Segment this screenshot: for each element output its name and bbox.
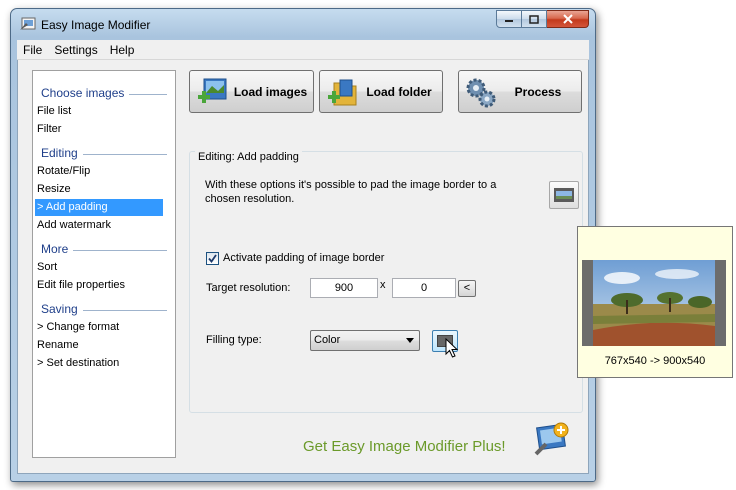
padding-preview-button[interactable] — [549, 181, 579, 209]
window-title: Easy Image Modifier — [41, 18, 151, 32]
title-bar[interactable]: Easy Image Modifier — [11, 9, 595, 39]
section-header-editing: Editing — [41, 145, 167, 161]
resolution-separator: x — [380, 279, 386, 291]
checkmark-icon — [208, 254, 217, 263]
menu-bar: File Settings Help — [17, 40, 589, 60]
upgrade-promo-link[interactable]: Get Easy Image Modifier Plus! — [303, 438, 506, 455]
padding-panel: Editing: Add padding With these options … — [189, 151, 583, 413]
menu-file[interactable]: File — [17, 43, 48, 57]
close-icon — [562, 14, 573, 24]
maximize-button[interactable] — [522, 10, 547, 28]
filling-type-value: Color — [314, 334, 341, 346]
chevron-down-icon — [406, 338, 414, 343]
sidebar-item-rename[interactable]: Rename — [35, 337, 163, 354]
menu-help[interactable]: Help — [104, 43, 141, 57]
padding-image-icon — [554, 188, 574, 202]
process-label: Process — [514, 85, 562, 99]
minimize-button[interactable] — [496, 10, 522, 28]
sidebar-item-resize[interactable]: Resize — [35, 181, 163, 198]
section-header-saving: Saving — [41, 301, 167, 317]
load-folder-button[interactable]: Load folder — [319, 70, 443, 113]
load-images-button[interactable]: Load images — [189, 70, 314, 113]
maximize-icon — [529, 14, 539, 24]
minimize-icon — [505, 20, 513, 22]
activate-padding-checkbox[interactable] — [206, 252, 219, 265]
activate-padding-label: Activate padding of image border — [223, 252, 385, 264]
preview-image — [582, 260, 726, 346]
sidebar-item-add-padding[interactable]: > Add padding — [35, 199, 163, 216]
sidebar-item-rotate-flip[interactable]: Rotate/Flip — [35, 163, 163, 180]
load-folder-icon — [328, 79, 357, 106]
section-header-more: More — [41, 241, 167, 257]
load-images-icon — [198, 78, 227, 103]
sidebar-item-add-watermark[interactable]: Add watermark — [35, 217, 163, 234]
sidebar-item-sort[interactable]: Sort — [35, 259, 163, 276]
target-resolution-label: Target resolution: — [206, 282, 291, 294]
padding-preview-tooltip: 767x540 -> 900x540 — [577, 226, 733, 378]
app-icon — [20, 17, 36, 30]
sidebar-item-filter[interactable]: Filter — [35, 121, 163, 138]
panel-description: With these options it's possible to pad … — [205, 179, 497, 205]
mouse-cursor-icon — [445, 338, 459, 358]
section-header-choose-images: Choose images — [41, 85, 167, 101]
menu-settings[interactable]: Settings — [48, 43, 103, 57]
client-area: Choose images File list Filter Editing R… — [17, 60, 589, 474]
load-images-label: Load images — [233, 85, 308, 99]
filling-type-label: Filling type: — [206, 334, 262, 346]
panel-title: Editing: Add padding — [195, 151, 302, 163]
filling-type-select[interactable]: Color — [310, 330, 420, 351]
target-width-input[interactable]: 900 — [310, 278, 378, 298]
sidebar-item-set-destination[interactable]: > Set destination — [35, 355, 163, 372]
close-button[interactable] — [547, 10, 589, 28]
swap-resolution-button[interactable]: < — [458, 280, 476, 297]
sidebar-item-change-format[interactable]: > Change format — [35, 319, 163, 336]
app-window: Easy Image Modifier File Settings Help C… — [10, 8, 596, 482]
image-modifier-plus-icon — [534, 422, 569, 456]
preview-caption: 767x540 -> 900x540 — [604, 355, 706, 367]
sidebar: Choose images File list Filter Editing R… — [32, 70, 176, 458]
process-button[interactable]: Process — [458, 70, 582, 113]
sidebar-item-file-list[interactable]: File list — [35, 103, 163, 120]
gears-icon — [466, 78, 496, 108]
sidebar-item-edit-file-properties[interactable]: Edit file properties — [35, 277, 163, 294]
load-folder-label: Load folder — [366, 85, 432, 99]
target-height-input[interactable]: 0 — [392, 278, 456, 298]
